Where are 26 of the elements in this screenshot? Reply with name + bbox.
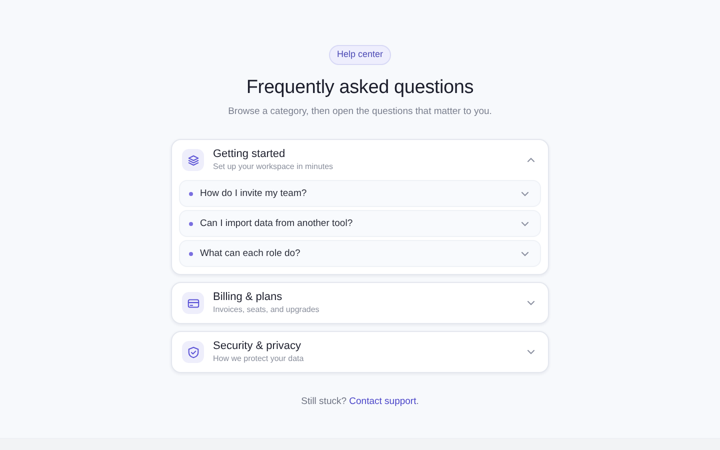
question-text: What can each role do?: [200, 246, 300, 261]
category-title: Billing & plans: [213, 290, 284, 304]
support-text: Still stuck? Contact support.: [300, 395, 420, 410]
category-subtitle: Invoices, seats, and upgrades: [213, 304, 320, 316]
help-center-badge: Help center: [328, 45, 392, 64]
page-title: Frequently asked questions: [245, 76, 475, 100]
question-text: Can I import data from another tool?: [200, 216, 353, 231]
credit-card-icon: [186, 296, 200, 310]
contact-support-link[interactable]: Contact support: [349, 396, 416, 408]
category-header[interactable]: Billing & plans Invoices, seats, and upgrades: [172, 283, 548, 324]
question-text: How do I invite my team?: [200, 186, 307, 201]
bullet-dot: [189, 222, 193, 226]
page-subtitle: Browse a category, then open the questions that matter to you.: [227, 105, 493, 119]
question-row[interactable]: What can each role do?: [179, 240, 541, 268]
category-header[interactable]: Getting started Set up your workspace in minutes: [172, 140, 548, 180]
bullet-dot: [189, 192, 193, 196]
category-subtitle: How we protect your data: [213, 352, 304, 365]
shield-check-icon: [186, 346, 200, 359]
question-row[interactable]: Can I import data from another tool?: [179, 210, 541, 238]
question-row[interactable]: How do I invite my team?: [179, 180, 541, 208]
layers-icon: [186, 154, 200, 167]
category-subtitle: Set up your workspace in minutes: [213, 160, 334, 173]
category-header[interactable]: Security & privacy How we protect your data: [172, 332, 548, 372]
category-title: Getting started: [213, 148, 286, 161]
category-title: Security & privacy: [213, 340, 302, 353]
bullet-dot: [189, 252, 193, 256]
